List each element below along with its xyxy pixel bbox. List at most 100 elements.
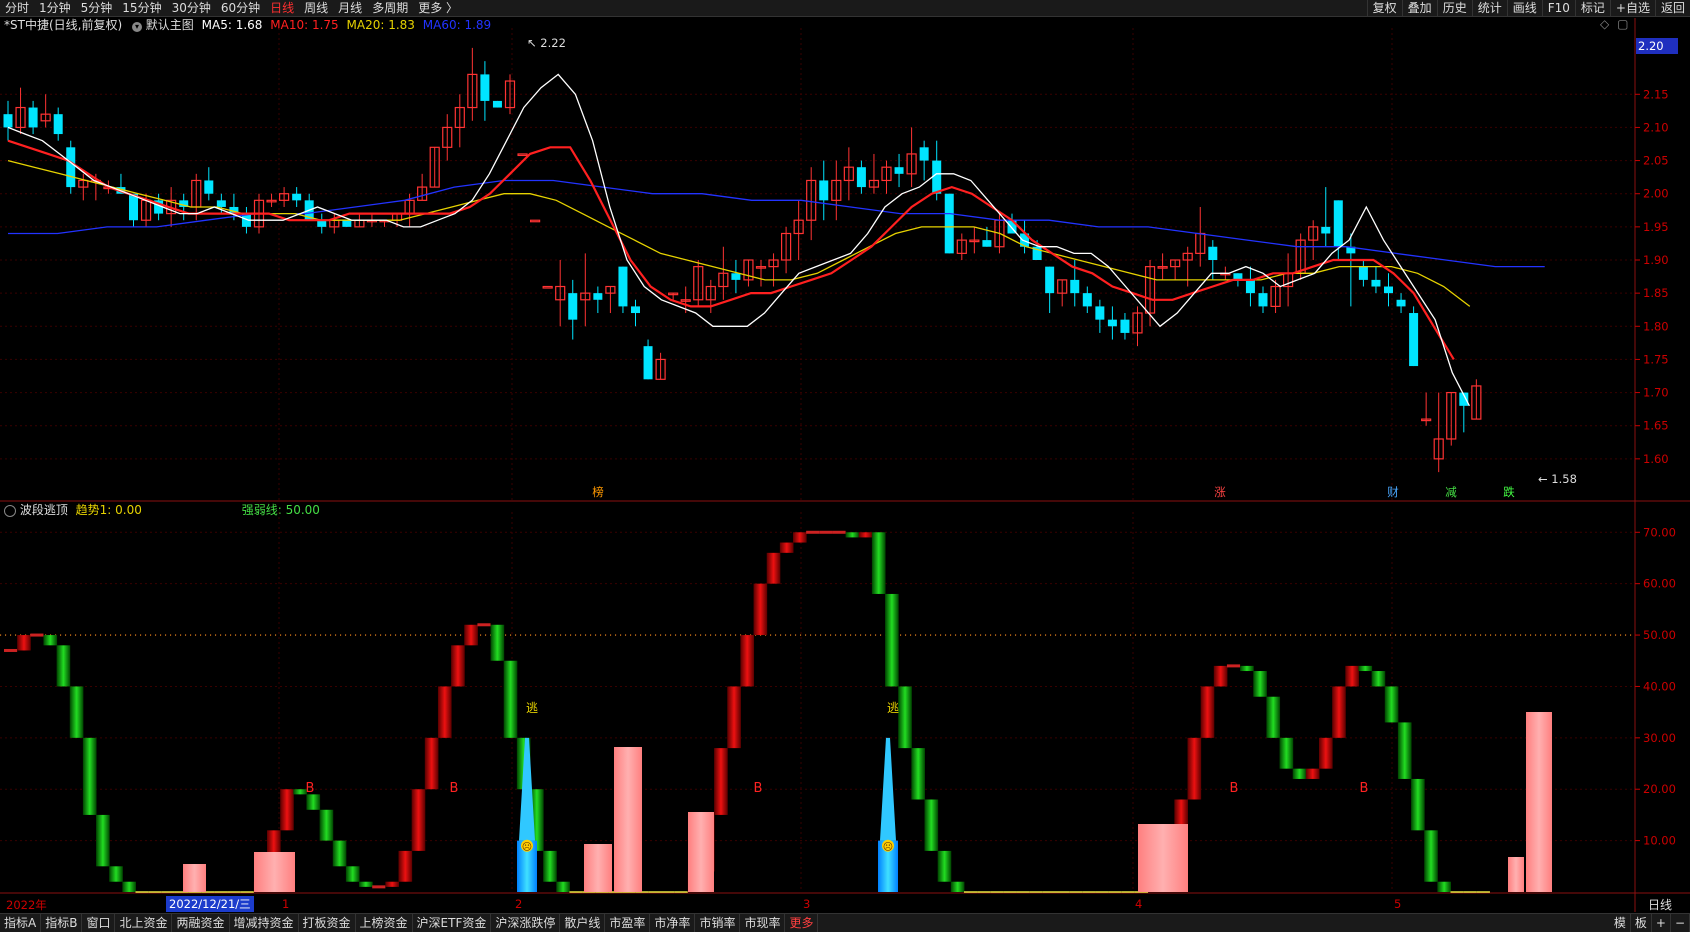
price-tick: 2.05 <box>1643 154 1669 168</box>
period-label[interactable]: 日线 <box>1648 896 1672 913</box>
kline-chart[interactable]: 2.15 2.10 2.05 2.00 1.95 1.90 1.85 1.80 1.75 1.70… <box>0 0 1690 931</box>
escape-spike-top <box>880 737 896 841</box>
event-marker: 涨 <box>1214 485 1226 499</box>
candle-body <box>932 160 942 194</box>
month-label-3: 3 <box>803 897 811 911</box>
wave-bar <box>1358 665 1373 672</box>
buy-label: B <box>1360 781 1369 796</box>
wave-bar <box>1240 665 1254 672</box>
candle-body <box>1384 286 1393 294</box>
high-price-label: ↖ 2.22 <box>527 36 566 50</box>
wave-bar <box>1332 686 1346 738</box>
wave-bar <box>1411 778 1425 831</box>
wave-bar <box>43 635 58 646</box>
indicator-tab[interactable]: 指标A <box>0 914 42 932</box>
candle-body <box>292 193 302 201</box>
wave-bar <box>858 532 873 538</box>
indicator-tab[interactable]: 上榜资金 <box>356 914 413 932</box>
price-tick: 2.10 <box>1643 120 1669 134</box>
bottom-tools: 模板 + − <box>1610 914 1690 932</box>
candle-body <box>1321 226 1331 234</box>
indicator-tab[interactable]: 打板资金 <box>299 914 356 932</box>
candle-body <box>1245 279 1255 294</box>
buy-label: B <box>450 781 459 796</box>
wave-bar <box>1319 737 1333 769</box>
indicator-tabs: 指标A 指标B 窗口 北上资金 两融资金 增减持资金 打板资金 上榜资金 沪深ETF资金 沪深涨跌… <box>0 914 819 932</box>
candle-body <box>1371 279 1381 287</box>
year-label: 2022年 <box>6 898 47 912</box>
indicator-tick: 70.00 <box>1643 525 1676 539</box>
wave-bar <box>950 881 965 892</box>
candle-body <box>944 193 954 254</box>
wave-bar <box>451 645 465 687</box>
wave-bar <box>1187 737 1202 800</box>
price-tick: 1.60 <box>1643 452 1669 466</box>
pink-bar <box>183 864 206 892</box>
candle-body <box>1107 319 1117 327</box>
wave-bar <box>1279 737 1294 769</box>
candle-body <box>568 293 578 320</box>
wave-bar <box>727 686 741 749</box>
indicator-tab[interactable]: 沪深涨跌停 <box>491 914 561 932</box>
bottom-tool[interactable]: + <box>1652 914 1671 932</box>
wave-bar <box>766 552 781 584</box>
candle-body <box>342 220 352 227</box>
candle-body <box>731 273 741 280</box>
indicator-tab[interactable]: 北上资金 <box>115 914 173 932</box>
indicator-tab[interactable]: 市销率 <box>695 914 741 932</box>
candle-body <box>1358 266 1368 280</box>
indicator-tab[interactable]: 沪深ETF资金 <box>413 914 492 932</box>
indicator-tab[interactable]: 更多 <box>785 914 819 932</box>
candle-body <box>1120 319 1130 333</box>
indicator-tab[interactable]: 散户线 <box>560 914 606 932</box>
buy-label: B <box>1230 781 1239 796</box>
wave-bar <box>885 593 899 687</box>
wave-bar <box>345 866 360 882</box>
price-tick: 2.00 <box>1643 187 1669 201</box>
indicator-tab[interactable]: 两融资金 <box>172 914 230 932</box>
indicator-tab[interactable]: 市盈率 <box>605 914 651 932</box>
sad-face-glyph: ☹ <box>883 842 893 853</box>
wave-bar <box>424 737 439 790</box>
wave-bar <box>753 583 768 636</box>
indicator-tab[interactable]: 窗口 <box>82 914 116 932</box>
candle-body <box>1070 279 1080 294</box>
price-tick: 1.65 <box>1643 419 1669 433</box>
bottom-tool[interactable]: 模 <box>1610 914 1631 932</box>
candle-body <box>631 306 640 314</box>
indicator-tick: 10.00 <box>1643 834 1676 848</box>
candle-body <box>919 147 929 161</box>
pink-bar <box>1526 712 1552 892</box>
bottom-tool[interactable]: − <box>1671 914 1690 932</box>
bottom-tool[interactable]: 板 <box>1631 914 1652 932</box>
indicator-tab[interactable]: 市现率 <box>740 914 786 932</box>
wave-bar <box>17 635 31 651</box>
pink-bar <box>1508 857 1524 892</box>
indicator-tab[interactable]: 指标B <box>41 914 83 932</box>
candle-body <box>517 153 528 157</box>
candle-body <box>542 285 553 289</box>
wave-bar <box>1371 671 1386 687</box>
wave-bar <box>109 866 123 882</box>
wave-bar <box>1424 830 1438 882</box>
candle-body <box>53 114 63 135</box>
buy-label: B <box>754 781 763 796</box>
low-price-label: ← 1.58 <box>1538 472 1577 486</box>
wave-bar <box>82 737 97 815</box>
candle-body <box>204 180 214 194</box>
wave-bar <box>1200 686 1215 738</box>
wave-bar <box>503 660 518 738</box>
wave-bar <box>1253 671 1267 697</box>
wave-bar <box>56 645 71 687</box>
wave-bar <box>306 794 321 810</box>
wave-bar <box>1437 881 1451 892</box>
price-tick: 2.15 <box>1643 87 1669 101</box>
indicator-tab[interactable]: 市净率 <box>650 914 696 932</box>
indicator-tab[interactable]: 增减持资金 <box>230 914 299 932</box>
wave-bar <box>871 532 886 594</box>
escape-label: 逃 <box>526 701 538 715</box>
indicator-tick: 50.00 <box>1643 628 1676 642</box>
candle-body <box>819 180 829 201</box>
candle-body <box>480 74 490 101</box>
wave-bar <box>556 881 570 892</box>
